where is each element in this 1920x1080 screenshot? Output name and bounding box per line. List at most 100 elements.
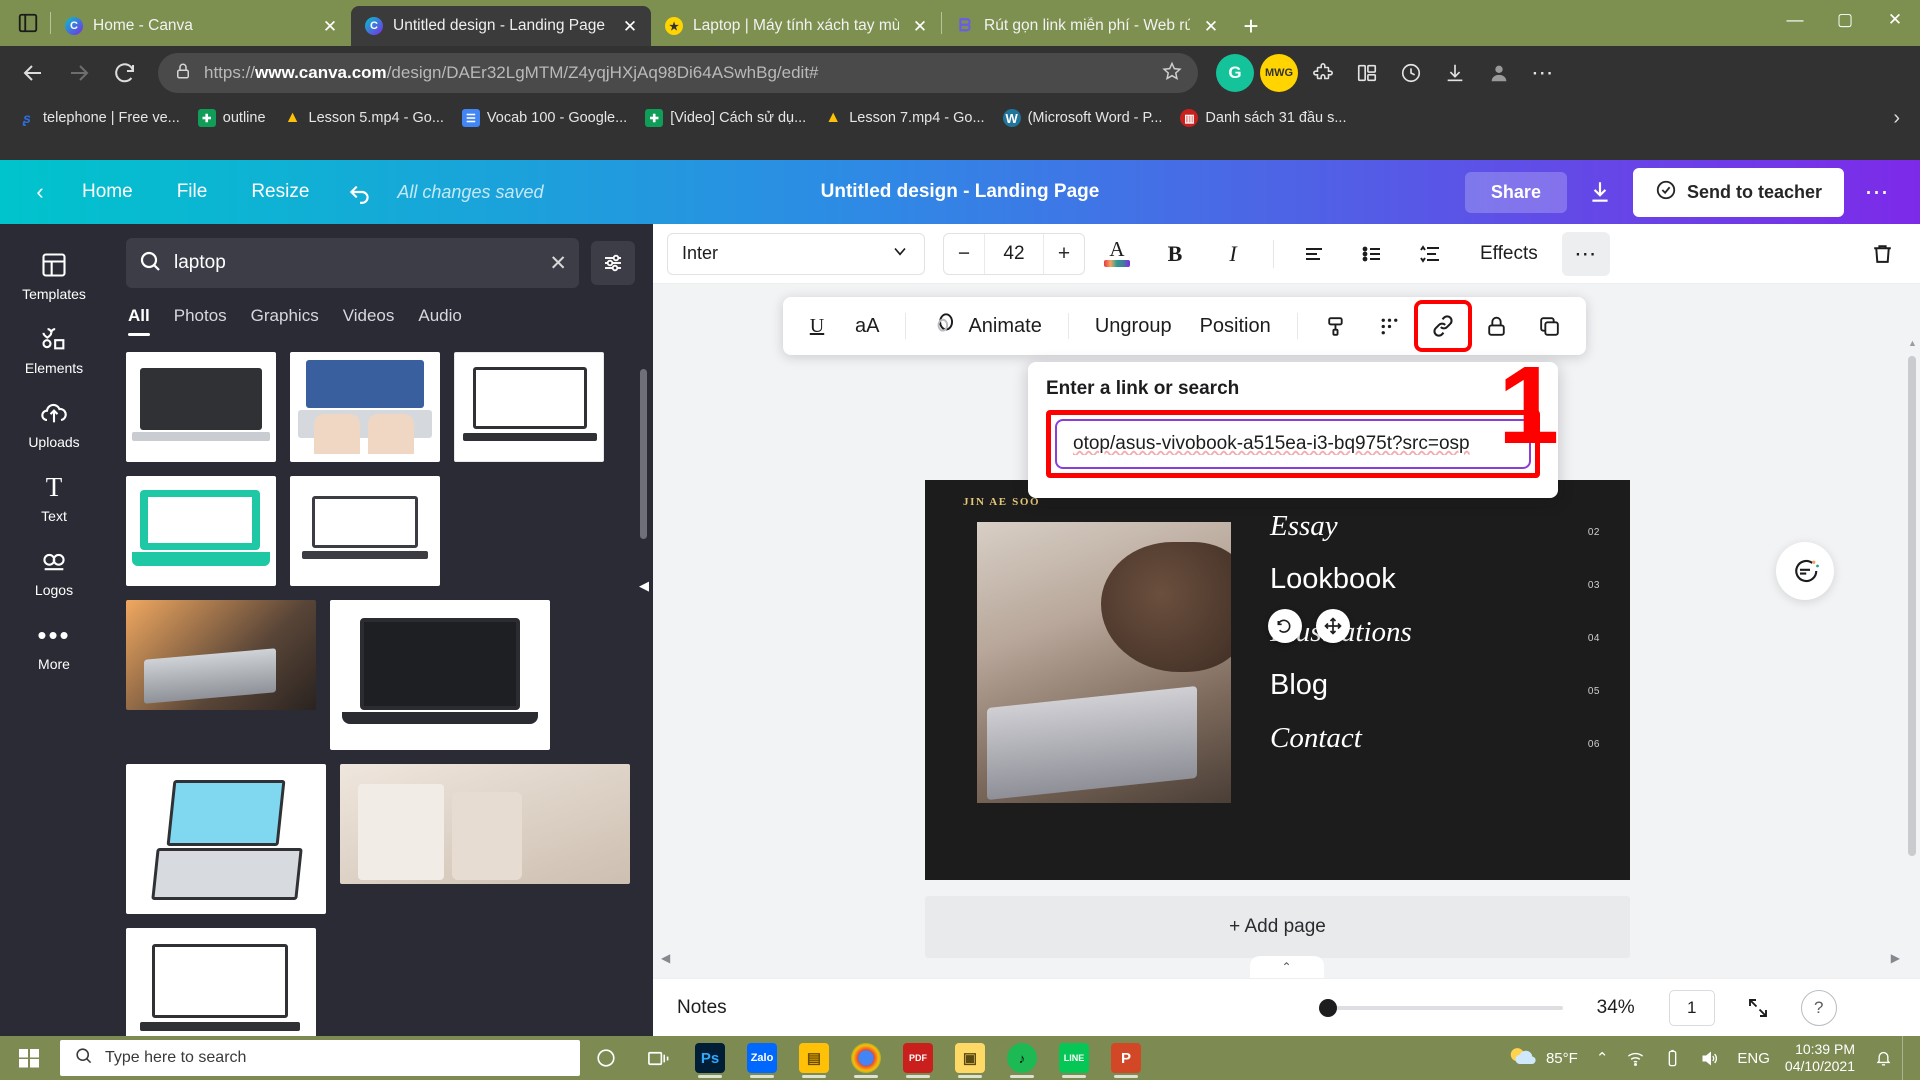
- bookmark-1[interactable]: ✚ outline: [190, 105, 274, 131]
- forward-arrow-icon[interactable]: [58, 52, 100, 94]
- zoom-percent[interactable]: 34%: [1597, 997, 1635, 1019]
- tab-audio[interactable]: Audio: [418, 306, 461, 336]
- align-left-icon[interactable]: [1288, 231, 1340, 277]
- font-size-stepper[interactable]: − 42 +: [943, 233, 1085, 275]
- link-icon[interactable]: [1418, 304, 1468, 348]
- scroll-left-arrow[interactable]: ◀: [661, 951, 670, 965]
- bookmark-0[interactable]: ʂ telephone | Free ve...: [10, 105, 188, 131]
- bookmark-5[interactable]: ▲ Lesson 7.mp4 - Go...: [816, 105, 992, 131]
- result-thumb[interactable]: [126, 600, 316, 710]
- font-family-select[interactable]: Inter: [667, 233, 925, 275]
- more-horizontal-icon[interactable]: ⋯: [1854, 171, 1900, 213]
- bullet-list-icon[interactable]: [1346, 231, 1398, 277]
- result-thumb[interactable]: [126, 928, 316, 1036]
- sidebar-item-elements[interactable]: Elements: [6, 312, 102, 386]
- sidebar-item-uploads[interactable]: Uploads: [6, 386, 102, 460]
- panel-scrollbar[interactable]: [640, 369, 647, 539]
- bookmark-4[interactable]: ✚ [Video] Cách sử dụ...: [637, 105, 814, 131]
- rotate-icon[interactable]: [1268, 609, 1302, 643]
- filter-sliders-icon[interactable]: [591, 241, 635, 285]
- bookmark-7[interactable]: ▥ Danh sách 31 đầu s...: [1172, 105, 1354, 131]
- new-tab-button[interactable]: +: [1232, 9, 1270, 43]
- sidebar-item-logos[interactable]: Logos: [6, 534, 102, 608]
- show-hidden-icons[interactable]: ⌃: [1587, 1036, 1618, 1080]
- bookmark-6[interactable]: W (Microsoft Word - P...: [995, 105, 1171, 131]
- menu-item[interactable]: Lookbook 03: [1270, 563, 1600, 596]
- volume-icon[interactable]: [1691, 1036, 1728, 1080]
- puzzle-extension-icon[interactable]: [1304, 54, 1342, 92]
- wifi-icon[interactable]: [1617, 1036, 1654, 1080]
- result-thumb[interactable]: [454, 352, 604, 462]
- file-menu[interactable]: File: [155, 173, 230, 211]
- send-to-teacher-button[interactable]: Send to teacher: [1633, 168, 1844, 217]
- browser-tab-3[interactable]: ᗷ Rút gọn link miễn phí - Web rút ✕: [942, 6, 1232, 46]
- tab-close-icon[interactable]: ✕: [619, 15, 641, 37]
- result-thumb[interactable]: [290, 352, 440, 462]
- download-icon[interactable]: [1577, 171, 1623, 213]
- chevron-left-icon[interactable]: ‹: [20, 179, 60, 205]
- editor-vertical-scrollbar[interactable]: ▲ ▼: [1908, 348, 1916, 972]
- font-size-increase[interactable]: +: [1044, 242, 1084, 266]
- taskbar-app-sticky-notes[interactable]: ▣: [944, 1036, 996, 1080]
- taskbar-app-zalo[interactable]: Zalo: [736, 1036, 788, 1080]
- italic-button[interactable]: I: [1207, 231, 1259, 277]
- taskbar-app-powerpoint[interactable]: P: [1100, 1036, 1152, 1080]
- trash-icon[interactable]: [1858, 232, 1906, 276]
- notes-button[interactable]: Notes: [677, 997, 727, 1019]
- taskbar-app-photoshop[interactable]: Ps: [684, 1036, 736, 1080]
- tab-close-icon[interactable]: ✕: [1200, 15, 1222, 37]
- tab-graphics[interactable]: Graphics: [251, 306, 319, 336]
- result-thumb[interactable]: [330, 600, 550, 750]
- underline-button[interactable]: U: [795, 304, 839, 348]
- lock-icon[interactable]: [1472, 304, 1521, 348]
- link-input[interactable]: [1055, 419, 1531, 469]
- menu-item[interactable]: Blog 05: [1270, 669, 1600, 702]
- taskbar-app-line[interactable]: LINE: [1048, 1036, 1100, 1080]
- notification-icon[interactable]: [1865, 1036, 1902, 1080]
- close-icon[interactable]: ✕: [1870, 0, 1920, 40]
- chat-bubble-icon[interactable]: [1776, 542, 1834, 600]
- tab-close-icon[interactable]: ✕: [909, 15, 931, 37]
- tab-search-button[interactable]: [6, 3, 50, 43]
- zoom-knob[interactable]: [1319, 999, 1337, 1017]
- animate-button[interactable]: Animate: [920, 304, 1053, 348]
- add-page-button[interactable]: + Add page: [925, 896, 1630, 958]
- result-thumb[interactable]: [126, 352, 276, 462]
- ungroup-button[interactable]: Ungroup: [1083, 304, 1184, 348]
- mwg-icon[interactable]: MWG: [1260, 54, 1298, 92]
- home-menu[interactable]: Home: [60, 173, 155, 211]
- settings-more-icon[interactable]: ⋯: [1524, 54, 1562, 92]
- address-bar[interactable]: https://www.canva.com/design/DAEr32LgMTM…: [158, 53, 1198, 93]
- font-size-decrease[interactable]: −: [944, 242, 984, 266]
- result-thumb[interactable]: [126, 476, 276, 586]
- bookmark-2[interactable]: ▲ Lesson 5.mp4 - Go...: [276, 105, 452, 131]
- expand-icon[interactable]: [1741, 991, 1775, 1025]
- font-size-value[interactable]: 42: [984, 234, 1044, 274]
- scroll-right-arrow[interactable]: ▶: [1891, 951, 1900, 965]
- line-spacing-icon[interactable]: [1404, 231, 1456, 277]
- copy-style-icon[interactable]: [1312, 304, 1361, 348]
- help-icon[interactable]: ?: [1801, 990, 1837, 1026]
- cortana-circle-icon[interactable]: [580, 1036, 632, 1080]
- browser-tab-1[interactable]: C Untitled design - Landing Page ✕: [351, 6, 651, 46]
- taskbar-clock[interactable]: 10:39 PM 04/10/2021: [1779, 1041, 1865, 1076]
- sidebar-item-text[interactable]: T Text: [6, 460, 102, 534]
- resize-menu[interactable]: Resize: [229, 173, 331, 211]
- back-arrow-icon[interactable]: [12, 52, 54, 94]
- history-icon[interactable]: [1392, 54, 1430, 92]
- bookmark-3[interactable]: ☰ Vocab 100 - Google...: [454, 105, 635, 131]
- search-input[interactable]: laptop ✕: [126, 238, 579, 288]
- share-button[interactable]: Share: [1465, 172, 1567, 213]
- taskbar-app-spotify[interactable]: ♪: [996, 1036, 1048, 1080]
- position-button[interactable]: Position: [1188, 304, 1283, 348]
- downloads-icon[interactable]: [1436, 54, 1474, 92]
- duplicate-icon[interactable]: [1525, 304, 1574, 348]
- language-indicator[interactable]: ENG: [1728, 1036, 1779, 1080]
- profile-icon[interactable]: [1480, 54, 1518, 92]
- browser-tab-2[interactable]: ★ Laptop | Máy tính xách tay mùa t ✕: [651, 6, 941, 46]
- notes-collapse-button[interactable]: ⌃: [1250, 956, 1324, 978]
- tab-all[interactable]: All: [128, 306, 150, 336]
- task-view-icon[interactable]: [632, 1036, 684, 1080]
- weather-widget[interactable]: 85°F: [1498, 1036, 1587, 1080]
- text-case-button[interactable]: aA: [843, 304, 891, 348]
